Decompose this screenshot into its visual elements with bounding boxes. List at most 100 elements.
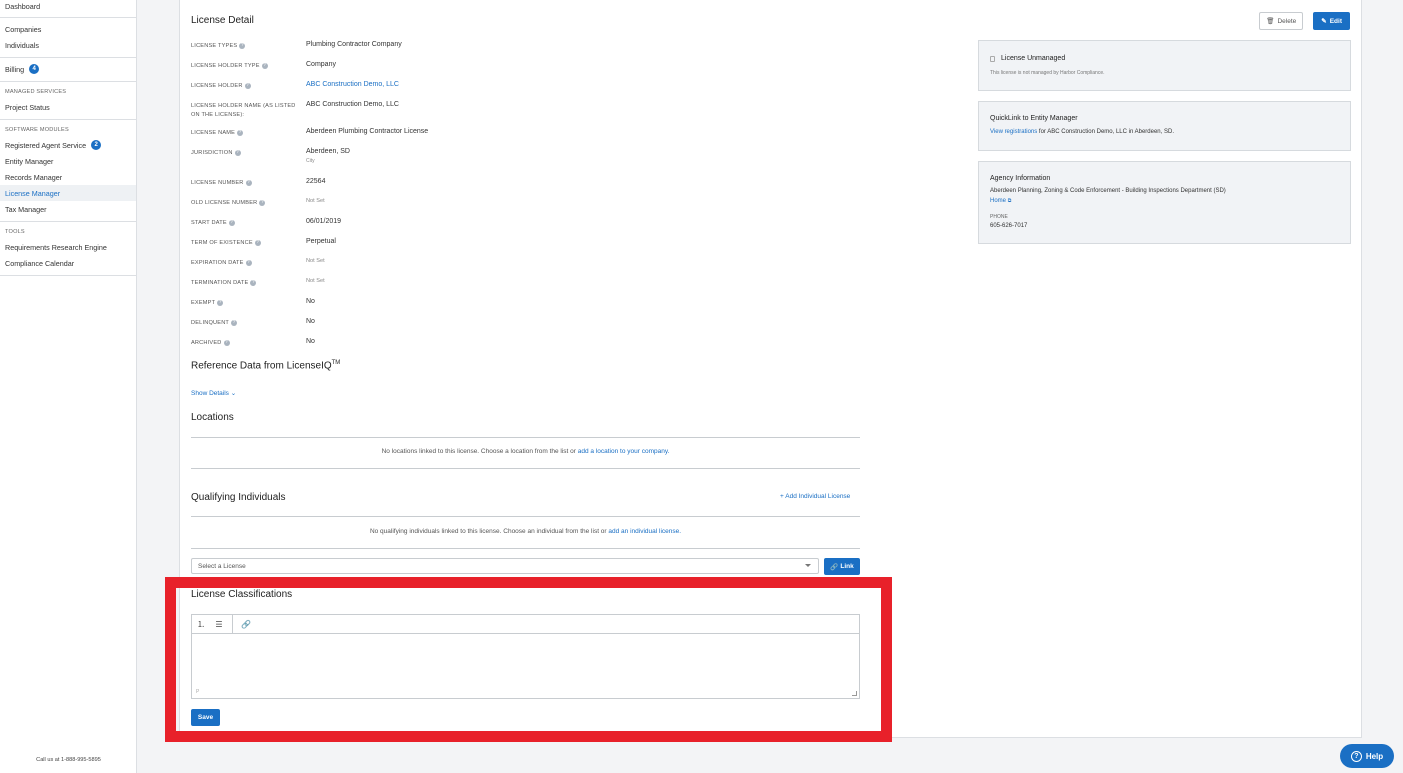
field-value: Not Set bbox=[306, 278, 325, 284]
quicklink-card: QuickLink to Entity Manager View registr… bbox=[978, 101, 1351, 151]
link-icon[interactable]: 🔗 bbox=[241, 620, 251, 629]
sidebar-item-dashboard[interactable]: Dashboard bbox=[0, 0, 136, 13]
field-label-text: EXPIRATION DATE bbox=[191, 260, 244, 266]
link-button[interactable]: 🔗 Link bbox=[824, 558, 860, 575]
help-icon[interactable]: ? bbox=[254, 239, 261, 246]
help-button-label: Help bbox=[1365, 751, 1384, 761]
edit-button[interactable]: ✎ Edit bbox=[1313, 12, 1350, 30]
field-label: LICENSE HOLDER TYPE? bbox=[191, 62, 301, 71]
help-icon[interactable]: ? bbox=[217, 299, 224, 306]
billing-count-badge: 4 bbox=[29, 64, 40, 74]
help-button[interactable]: ? Help bbox=[1340, 744, 1394, 768]
sidebar-item-label: Registered Agent Service bbox=[5, 140, 87, 150]
field-label: EXPIRATION DATE? bbox=[191, 259, 301, 268]
sidebar-item-companies[interactable]: Companies bbox=[0, 21, 136, 37]
help-icon[interactable]: ? bbox=[223, 339, 230, 346]
field-value: No bbox=[306, 338, 315, 345]
sidebar-item-tax-manager[interactable]: Tax Manager bbox=[0, 201, 136, 217]
field-label-text: LICENSE TYPES bbox=[191, 43, 238, 49]
agency-home-link[interactable]: Home ⧉ bbox=[990, 198, 1011, 204]
license-unmanaged-card: License Unmanaged This license is not ma… bbox=[978, 40, 1351, 91]
sidebar-item-entity-manager[interactable]: Entity Manager bbox=[0, 153, 136, 169]
help-icon[interactable]: ? bbox=[239, 42, 246, 49]
agency-info-card: Agency Information Aberdeen Planning, Zo… bbox=[978, 161, 1351, 244]
agency-name: Aberdeen Planning, Zoning & Code Enforce… bbox=[990, 188, 1226, 194]
license-select[interactable]: Select a License bbox=[191, 558, 819, 574]
chevron-down-icon: ⌄ bbox=[230, 390, 237, 397]
sidebar-item-label: Entity Manager bbox=[5, 156, 54, 166]
sidebar-item-label: Tax Manager bbox=[5, 204, 47, 214]
sidebar-item-label: License Manager bbox=[5, 188, 61, 198]
sidebar-item-registered-agent[interactable]: Registered Agent Service 2 bbox=[0, 137, 136, 153]
help-icon[interactable]: ? bbox=[228, 219, 235, 226]
sidebar-item-billing[interactable]: Billing 4 bbox=[0, 61, 136, 77]
sidebar-item-label: Records Manager bbox=[5, 172, 63, 182]
field-label-text: JURISDICTION bbox=[191, 150, 233, 156]
sidebar-item-label: Individuals bbox=[5, 40, 39, 50]
divider bbox=[191, 548, 860, 549]
sidebar-item-label: Dashboard bbox=[5, 2, 41, 11]
classifications-editor: ⒈ ☰ 🔗 P bbox=[191, 614, 860, 699]
add-individual-license-label: Add Individual License bbox=[785, 493, 851, 500]
locations-heading: Locations bbox=[191, 412, 234, 423]
divider bbox=[191, 516, 860, 517]
sidebar-item-individuals[interactable]: Individuals bbox=[0, 37, 136, 53]
qualifying-empty-text: No qualifying individuals linked to this… bbox=[369, 528, 609, 535]
bulleted-list-icon[interactable]: ☰ bbox=[214, 620, 224, 629]
sidebar-item-requirements-engine[interactable]: Requirements Research Engine bbox=[0, 239, 136, 255]
edit-button-label: Edit bbox=[1329, 17, 1342, 25]
field-label: TERMINATION DATE? bbox=[191, 279, 301, 288]
sidebar-item-project-status[interactable]: Project Status bbox=[0, 99, 136, 115]
field-label-text: LICENSE NUMBER bbox=[191, 180, 244, 186]
help-icon[interactable]: ? bbox=[237, 129, 244, 136]
sidebar-item-label: Billing bbox=[5, 64, 25, 74]
section-heading-tools: TOOLS bbox=[5, 229, 25, 235]
sidebar-item-label: Project Status bbox=[5, 102, 50, 112]
classifications-editor-textarea[interactable]: P bbox=[192, 634, 859, 698]
help-icon[interactable]: ? bbox=[250, 279, 257, 286]
resize-handle-icon[interactable] bbox=[852, 691, 857, 696]
help-icon[interactable]: ? bbox=[259, 199, 266, 206]
add-individual-license-button[interactable]: + Add Individual License bbox=[780, 493, 850, 500]
field-value: ABC Construction Demo, LLC bbox=[306, 101, 399, 108]
help-icon[interactable]: ? bbox=[244, 82, 251, 89]
field-label-text: LICENSE HOLDER bbox=[191, 83, 243, 89]
help-icon[interactable]: ? bbox=[245, 179, 252, 186]
help-icon[interactable]: ? bbox=[231, 319, 238, 326]
field-label: LICENSE HOLDER NAME (AS LISTED ON THE LI… bbox=[191, 102, 301, 119]
help-icon[interactable]: ? bbox=[261, 62, 268, 69]
sidebar-item-compliance-calendar[interactable]: Compliance Calendar bbox=[0, 255, 136, 271]
help-icon[interactable]: ? bbox=[245, 259, 252, 266]
license-classifications-heading: License Classifications bbox=[191, 589, 293, 600]
external-link-icon: ⧉ bbox=[1007, 198, 1012, 204]
sidebar-item-license-manager[interactable]: License Manager bbox=[0, 185, 136, 201]
show-details-label: Show Details bbox=[191, 390, 229, 397]
field-label: JURISDICTION? bbox=[191, 149, 301, 158]
show-details-link[interactable]: Show Details ⌄ bbox=[191, 389, 236, 397]
card-text: View registrations for ABC Construction … bbox=[990, 129, 1174, 135]
field-label: DELINQUENT? bbox=[191, 319, 301, 328]
field-value: Plumbing Contractor Company bbox=[306, 41, 402, 48]
field-label-text: OLD LICENSE NUMBER bbox=[191, 200, 258, 206]
reference-data-heading: Reference Data from LicenseIQTM bbox=[191, 360, 340, 371]
save-button[interactable]: Save bbox=[191, 709, 220, 726]
unmanaged-icon bbox=[990, 56, 995, 62]
field-label: TERM OF EXISTENCE? bbox=[191, 239, 301, 248]
sidebar-item-records-manager[interactable]: Records Manager bbox=[0, 169, 136, 185]
sidebar: Dashboard Companies Individuals Billing 4… bbox=[0, 0, 137, 773]
toolbar-divider bbox=[232, 614, 233, 634]
numbered-list-icon[interactable]: ⒈ bbox=[196, 619, 206, 630]
field-label: EXEMPT? bbox=[191, 299, 301, 308]
field-value: Aberdeen, SD bbox=[306, 148, 350, 155]
help-icon[interactable]: ? bbox=[234, 149, 241, 156]
sidebar-item-label: Compliance Calendar bbox=[5, 258, 75, 268]
delete-button-label: Delete bbox=[1277, 17, 1297, 25]
add-individual-license-link[interactable]: add an individual license. bbox=[608, 528, 681, 535]
delete-button[interactable]: 🗑 Delete bbox=[1259, 12, 1304, 30]
field-label-text: LICENSE HOLDER NAME (AS LISTED ON THE LI… bbox=[191, 103, 296, 118]
license-holder-link[interactable]: ABC Construction Demo, LLC bbox=[306, 81, 399, 88]
view-registrations-link[interactable]: View registrations bbox=[990, 129, 1037, 135]
phone-label: PHONE bbox=[990, 214, 1008, 220]
add-location-link[interactable]: add a location to your company. bbox=[578, 448, 670, 455]
support-phone-text: Call us at 1-888-995-5895 bbox=[36, 757, 101, 763]
